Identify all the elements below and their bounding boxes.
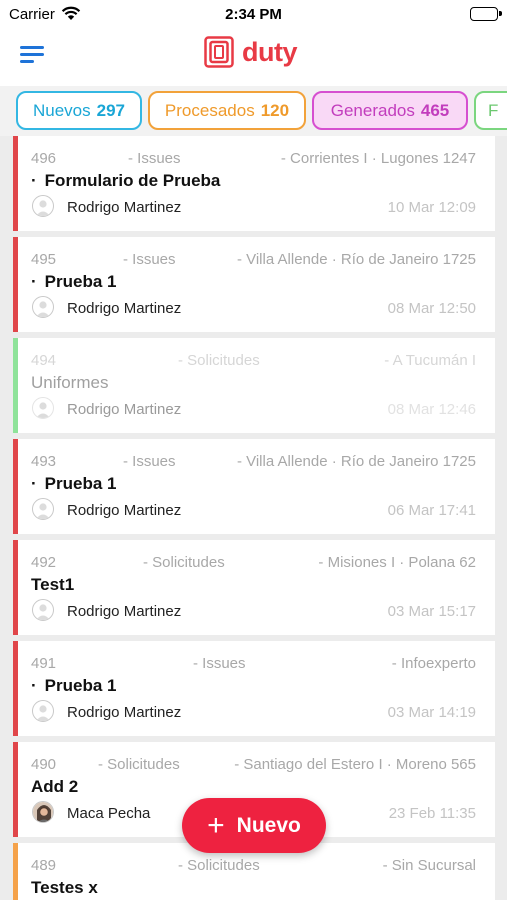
ticket-number: 494 [31,352,57,369]
ticket-title: Test1 [31,575,74,595]
user-avatar-icon [32,599,54,621]
screen: Carrier 2:34 PM duty Nuevos 297 Procesad… [0,0,507,900]
ticket-title-text: Add 2 [31,777,79,796]
ticket-date: 08 Mar 12:46 [387,401,476,418]
ticket-date: 03 Mar 15:17 [387,603,476,620]
chip-label: F [488,100,499,120]
new-ticket-label: Nuevo [236,813,301,837]
ticket-number: 492 [31,554,57,571]
ticket-user: Rodrigo Martinez [67,502,182,519]
user-avatar-icon [32,700,54,722]
ticket-user: Rodrigo Martinez [67,300,182,317]
user-avatar-icon [32,498,54,520]
ticket-number: 490 [31,756,57,773]
chip-count: 297 [96,100,125,120]
ticket-number: 496 [31,150,57,167]
new-ticket-button[interactable]: + Nuevo [182,798,326,853]
ticket-date: 23 Feb 11:35 [388,805,476,822]
ticket-number: 495 [31,251,57,268]
ticket-date: 10 Mar 12:09 [387,199,476,216]
ticket-title: · Prueba 1 [31,474,116,494]
ticket-location: - Villa Allende · Río de Janeiro 1725 [236,453,476,470]
ticket-card[interactable]: 496 - Issues - Corrientes I · Lugones 1247… [13,136,495,231]
ticket-category: - Issues [123,453,176,470]
ticket-card[interactable]: 492 - Solicitudes - Misiones I · Polana 62… [13,540,495,635]
ticket-number: 489 [31,857,57,874]
ticket-number: 491 [31,655,57,672]
ticket-card[interactable]: 493 - Issues - Villa Allende · Río de Jane… [13,439,495,534]
ticket-date: 08 Mar 12:50 [387,300,476,317]
ticket-title: Uniformes [31,373,108,393]
ticket-title-text: Prueba 1 [44,676,117,695]
chip-label: Procesados [164,100,255,120]
status-filter-bar: Nuevos 297 Procesados 120 Generados 465 … [0,86,507,136]
chip-count: 120 [260,100,290,120]
ticket-location: - Infoexperto [391,655,476,672]
ticket-title: · Formulario de Prueba [31,171,220,191]
ticket-location: - Santiago del Estero I · Moreno 565 [234,756,476,773]
app-title: duty [242,36,298,67]
chip-label: Nuevos [32,100,91,120]
bullet-dot: · [31,676,37,695]
user-avatar-icon [32,195,54,217]
nav-bar: duty [0,30,507,86]
ticket-title: Testes x [31,878,98,898]
ticket-category: - Issues [193,655,246,672]
ticket-user: Rodrigo Martinez [67,401,182,418]
ticket-title-text: Prueba 1 [44,474,117,493]
plus-icon: + [207,808,225,842]
battery-icon [470,7,502,21]
ticket-date: 06 Mar 17:41 [387,502,476,519]
filter-chip-nuevos[interactable]: Nuevos 297 [16,91,142,130]
user-avatar-icon [32,397,54,419]
ticket-location: - A Tucumán I [384,352,476,369]
user-avatar-icon [32,296,54,318]
chip-count: 465 [420,100,450,120]
ticket-category: - Solicitudes [178,352,260,369]
ticket-user: Rodrigo Martinez [67,603,182,620]
bullet-dot: · [31,474,37,493]
app-logo: duty [204,36,298,68]
ticket-category: - Solicitudes [178,857,260,874]
ticket-category: - Issues [128,150,181,167]
duty-logo-icon [204,36,234,68]
clock: 2:34 PM [225,6,282,23]
ticket-location: - Villa Allende · Río de Janeiro 1725 [236,251,476,268]
ticket-title: Add 2 [31,777,78,797]
filter-chip-next[interactable]: F [474,91,507,130]
ticket-title-text: Prueba 1 [44,272,117,291]
ticket-title-text: Uniformes [31,373,109,392]
ticket-title-text: Testes x [31,878,98,897]
ticket-user: Rodrigo Martinez [67,704,182,721]
ticket-category: - Solicitudes [143,554,225,571]
ticket-card[interactable]: 495 - Issues - Villa Allende · Río de Jane… [13,237,495,332]
filter-chip-procesados[interactable]: Procesados 120 [148,91,306,130]
ticket-category: - Solicitudes [98,756,180,773]
ticket-number: 493 [31,453,57,470]
ticket-category: - Issues [123,251,176,268]
ticket-title: · Prueba 1 [31,676,116,696]
ticket-location: - Corrientes I · Lugones 1247 [280,150,476,167]
ticket-title-text: Test1 [31,575,75,594]
bullet-dot: · [31,171,37,190]
ticket-card[interactable]: 491 - Issues - Infoexperto · Prueba 1 Rodrigo… [13,641,495,736]
chip-label: Generados [330,100,415,120]
ticket-date: 03 Mar 14:19 [387,704,476,721]
bullet-dot: · [31,272,37,291]
ticket-location: - Sin Sucursal [382,857,476,874]
status-bar: Carrier 2:34 PM [0,0,507,30]
ticket-title: · Prueba 1 [31,272,116,292]
ticket-location: - Misiones I · Polana 62 [318,554,476,571]
ticket-title-text: Formulario de Prueba [44,171,221,190]
hamburger-menu-icon[interactable] [20,43,46,65]
user-avatar-icon [32,801,54,823]
ticket-card[interactable]: 494 - Solicitudes - A Tucumán I Uniformes Ro… [13,338,495,433]
filter-chip-generados[interactable]: Generados 465 [312,91,468,130]
ticket-user: Maca Pecha [67,805,151,822]
ticket-user: Rodrigo Martinez [67,199,182,216]
